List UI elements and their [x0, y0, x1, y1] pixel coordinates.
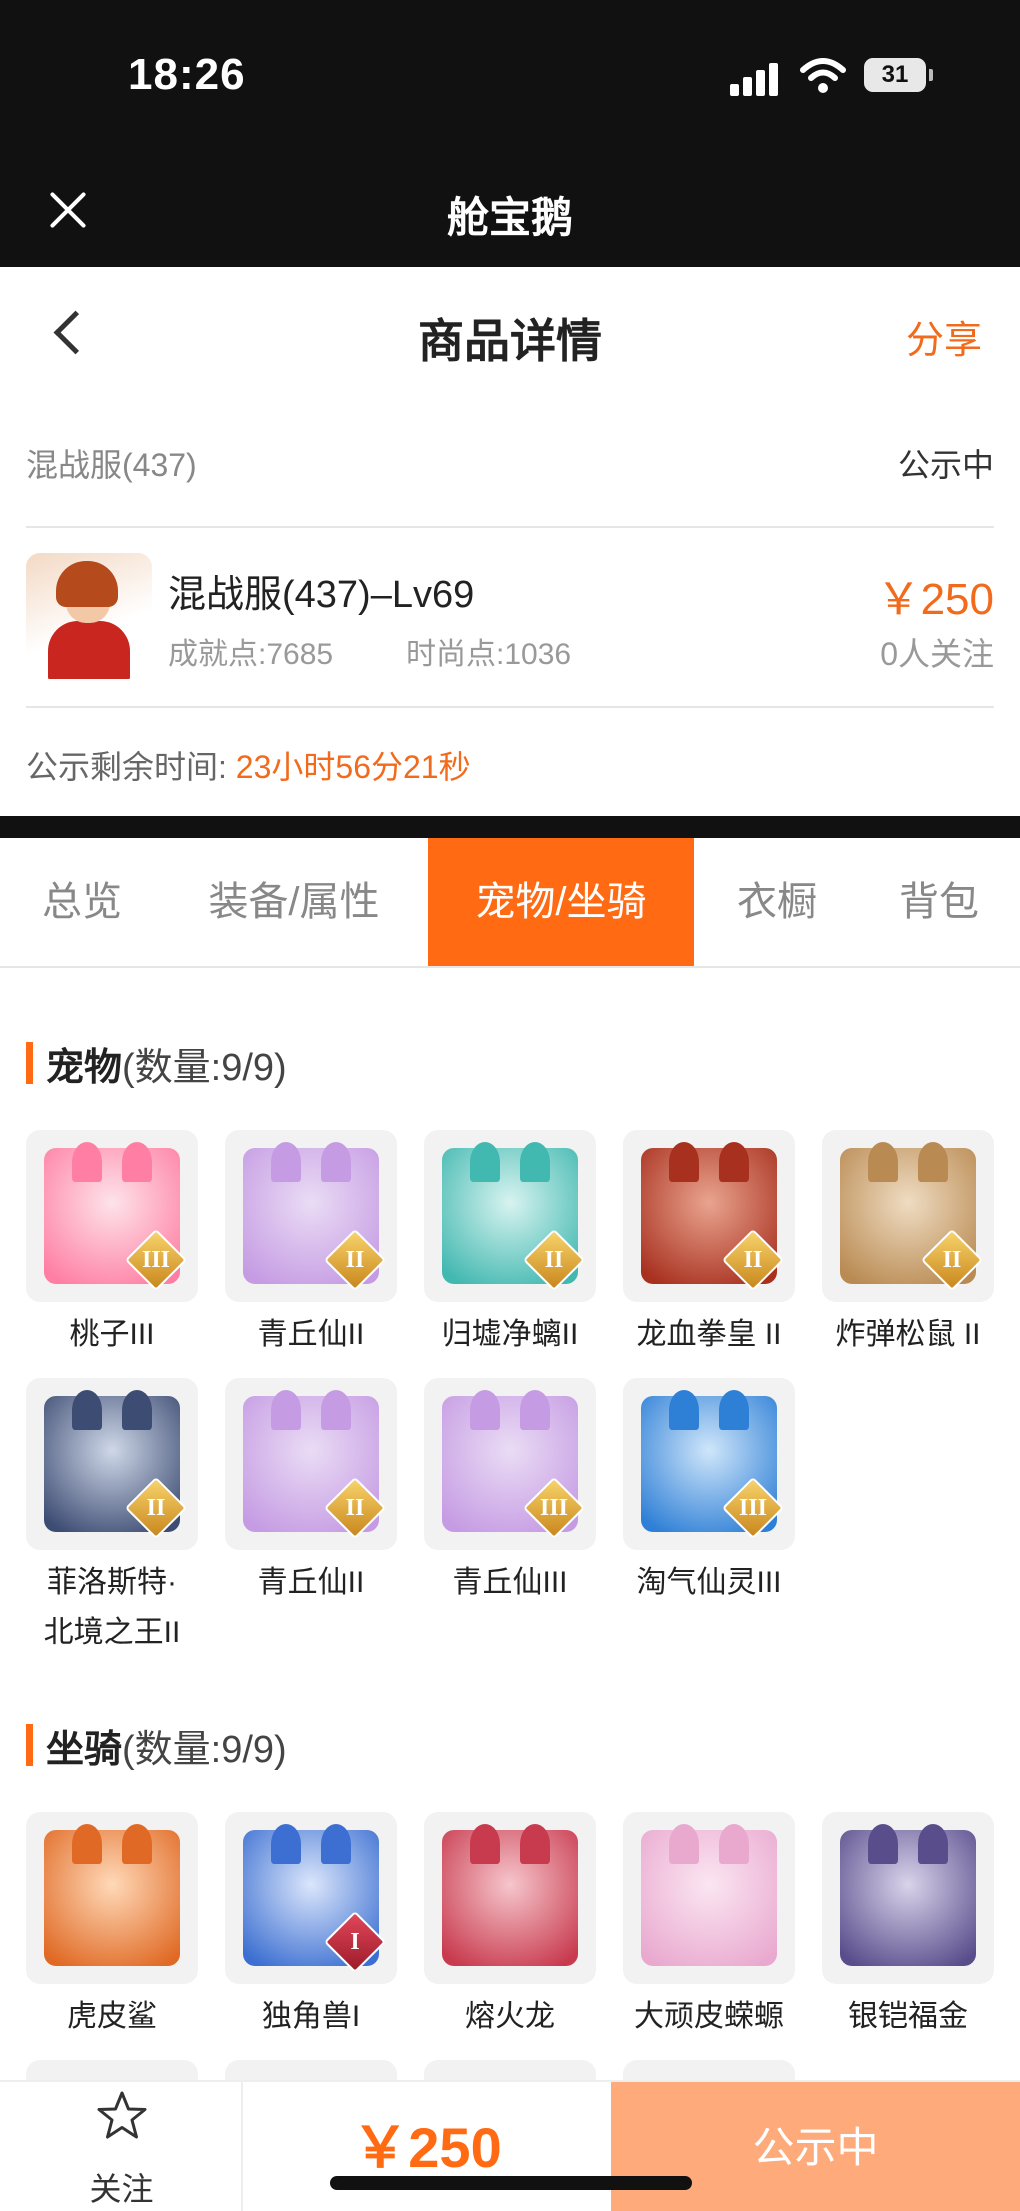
- pet-thumbnail: III: [26, 1130, 198, 1302]
- pet-thumbnail: II: [822, 1130, 994, 1302]
- tab-backpack[interactable]: 背包: [872, 838, 1006, 966]
- bottom-action-bar: 关注 ￥250 公示中: [0, 2080, 1020, 2211]
- tab-overview[interactable]: 总览: [14, 838, 150, 966]
- mount-name: 独角兽I: [261, 2000, 361, 2033]
- mount-item[interactable]: 大顽皮蝾螈: [623, 1812, 795, 2042]
- pet-name: 桃子III: [69, 1318, 155, 1351]
- countdown: 公示剩余时间: 23小时56分21秒: [26, 742, 471, 788]
- app-bar: 舱宝鹅: [0, 150, 1020, 267]
- tier-label: II: [942, 1247, 962, 1273]
- section-separator: [0, 816, 1020, 838]
- tab-equipment[interactable]: 装备/属性: [180, 838, 408, 966]
- tier-label: I: [350, 1929, 360, 1955]
- pet-thumbnail: II: [225, 1130, 397, 1302]
- battery-icon: 31: [864, 58, 933, 92]
- home-indicator: [330, 2176, 692, 2190]
- share-button[interactable]: 分享: [906, 309, 982, 364]
- countdown-label: 公示剩余时间:: [26, 749, 227, 785]
- tier-label: II: [345, 1247, 365, 1273]
- mount-thumbnail: [26, 1812, 198, 1984]
- pet-item[interactable]: II 炸弹松鼠 II: [822, 1130, 994, 1360]
- pet-name: 淘气仙灵III: [636, 1566, 782, 1599]
- mount-item[interactable]: 银铠福金: [822, 1812, 994, 2042]
- mount-name: 大顽皮蝾螈: [634, 2000, 784, 2033]
- tier-label: II: [146, 1495, 166, 1521]
- pet-thumbnail: II: [26, 1378, 198, 1550]
- pet-item[interactable]: III 桃子III: [26, 1130, 198, 1360]
- character-avatar: [26, 553, 152, 679]
- mount-name: 银铠福金: [848, 2000, 968, 2033]
- pet-name: 炸弹松鼠 II: [835, 1318, 981, 1351]
- status-bar: 18:26 31: [0, 0, 1020, 150]
- status-button[interactable]: 公示中: [611, 2082, 1020, 2211]
- mount-item[interactable]: 熔火龙: [424, 1812, 596, 2042]
- mount-item[interactable]: 虎皮鲨: [26, 1812, 198, 2042]
- mounts-section-title: 坐骑(数量:9/9): [26, 1718, 287, 1773]
- divider: [26, 526, 994, 528]
- tier-label: II: [345, 1495, 365, 1521]
- product-name: 混战服(437)–Lv69: [168, 574, 475, 616]
- pet-item[interactable]: III 青丘仙III: [424, 1378, 596, 1608]
- cellular-signal-icon: [730, 62, 782, 96]
- pet-name: 菲洛斯特· 北境之王II: [43, 1566, 181, 1649]
- tier-label: III: [141, 1247, 171, 1273]
- page-header: 商品详情 分享: [0, 267, 1020, 397]
- follower-count: 0人关注: [880, 636, 994, 672]
- pet-thumbnail: III: [623, 1378, 795, 1550]
- follow-label: 关注: [89, 2171, 154, 2207]
- tab-bar: 总览 装备/属性 宠物/坐骑 衣橱 背包: [0, 838, 1020, 968]
- pet-name: 青丘仙II: [257, 1566, 365, 1599]
- product-price: ￥250: [876, 575, 994, 624]
- bottom-price: ￥250: [352, 2116, 502, 2179]
- pets-count: (数量:9/9): [122, 1047, 287, 1089]
- countdown-value: 23小时56分21秒: [235, 749, 471, 785]
- pet-item[interactable]: II 菲洛斯特· 北境之王II: [26, 1378, 198, 1658]
- pet-thumbnail: II: [424, 1130, 596, 1302]
- wifi-icon: [800, 58, 846, 93]
- pet-name: 归墟净螭II: [441, 1318, 579, 1351]
- pet-name: 青丘仙II: [257, 1318, 365, 1351]
- tab-wardrobe[interactable]: 衣橱: [714, 838, 840, 966]
- pets-title: 宠物: [46, 1047, 123, 1089]
- mount-thumbnail: [822, 1812, 994, 1984]
- server-row: 混战服(437) 公示中: [26, 440, 994, 486]
- pet-item[interactable]: II 青丘仙II: [225, 1378, 397, 1608]
- pet-name: 龙血拳皇 II: [636, 1318, 782, 1351]
- mounts-count: (数量:9/9): [122, 1729, 287, 1771]
- fashion-points: 时尚点:1036: [406, 638, 572, 671]
- divider: [26, 706, 994, 708]
- pet-item[interactable]: III 淘气仙灵III: [623, 1378, 795, 1608]
- mount-thumbnail: [623, 1812, 795, 1984]
- mounts-title: 坐骑: [46, 1729, 123, 1771]
- mount-thumbnail: [424, 1812, 596, 1984]
- product-summary: 混战服(437)–Lv69 成就点:7685 时尚点:1036 ￥250 0人关…: [26, 553, 994, 683]
- pets-section-title: 宠物(数量:9/9): [26, 1036, 287, 1091]
- app-title: 舱宝鹅: [446, 194, 573, 241]
- listing-status: 公示中: [897, 447, 994, 483]
- server-name: 混战服(437): [26, 447, 197, 483]
- mount-thumbnail: I: [225, 1812, 397, 1984]
- pet-item[interactable]: II 青丘仙II: [225, 1130, 397, 1360]
- pet-thumbnail: II: [623, 1130, 795, 1302]
- pet-name: 青丘仙III: [452, 1566, 568, 1599]
- pet-thumbnail: III: [424, 1378, 596, 1550]
- pet-item[interactable]: II 归墟净螭II: [424, 1130, 596, 1360]
- tier-label: II: [743, 1247, 763, 1273]
- mount-name: 虎皮鲨: [67, 2000, 157, 2033]
- follow-button[interactable]: 关注: [0, 2082, 243, 2211]
- mount-item[interactable]: I 独角兽I: [225, 1812, 397, 2042]
- tier-label: III: [738, 1495, 768, 1521]
- pet-item[interactable]: II 龙血拳皇 II: [623, 1130, 795, 1360]
- pet-thumbnail: II: [225, 1378, 397, 1550]
- mount-name: 熔火龙: [465, 2000, 555, 2033]
- page-title: 商品详情: [418, 315, 602, 367]
- status-time: 18:26: [128, 50, 246, 99]
- tab-pets-mounts[interactable]: 宠物/坐骑: [428, 838, 694, 966]
- tier-label: III: [539, 1495, 569, 1521]
- achievement-points: 成就点:7685: [168, 638, 334, 671]
- star-icon: [97, 2091, 147, 2139]
- tier-label: II: [544, 1247, 564, 1273]
